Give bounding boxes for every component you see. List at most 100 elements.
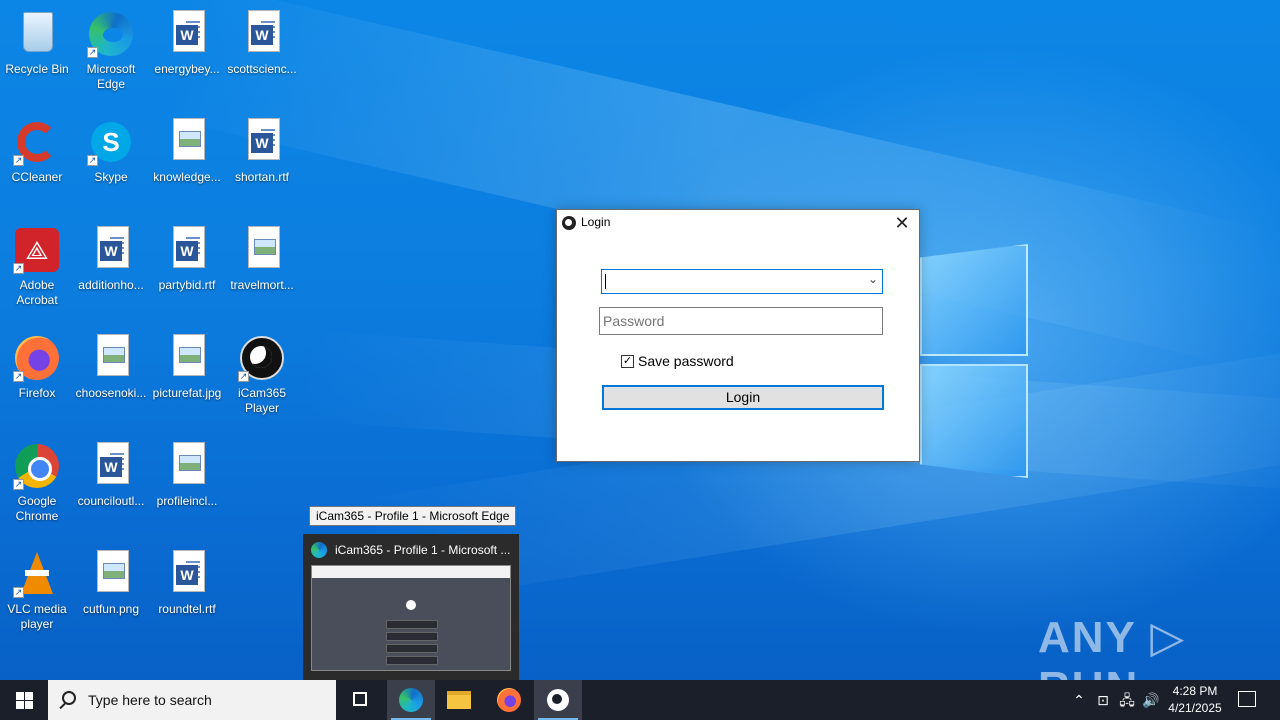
chevron-up-icon[interactable]: ⌃ (1068, 680, 1090, 720)
taskbar-icam365[interactable] (534, 680, 582, 720)
desktop-icon-microsoft-edge[interactable]: ↗ Microsoft Edge (73, 4, 149, 92)
word-document-icon: W (97, 442, 129, 484)
desktop-icon-recycle-bin[interactable]: Recycle Bin (0, 4, 75, 77)
icon-label: Firefox (18, 386, 56, 400)
start-button[interactable] (0, 680, 48, 720)
icon-label: energybey... (154, 62, 220, 76)
shortcut-arrow-icon: ↗ (87, 155, 98, 166)
clock-date: 4/21/2025 (1168, 701, 1222, 715)
wallpaper-windows-logo (920, 364, 1028, 478)
desktop-icon-image-file[interactable]: profileincl... (149, 436, 225, 509)
desktop-icon-image-file[interactable]: cutfun.png (73, 544, 149, 617)
shortcut-arrow-icon: ↗ (13, 371, 24, 382)
icon-label: partybid.rtf (158, 278, 216, 292)
image-file-icon (97, 550, 129, 592)
icon-label: shortan.rtf (234, 170, 290, 184)
password-field[interactable] (599, 307, 883, 335)
icon-label: iCam365 Player (237, 386, 287, 415)
icon-label: picturefat.jpg (152, 386, 222, 400)
taskbar-edge[interactable] (387, 680, 435, 720)
task-view-icon (353, 692, 367, 706)
taskbar: Type here to search ⌃ ⊡ 🖧 🔊 4:28 PM 4/21… (0, 680, 1280, 720)
desktop-icon-image-file[interactable]: travelmort... (224, 220, 300, 293)
icon-label: travelmort... (230, 278, 294, 292)
icon-label: knowledge... (153, 170, 221, 184)
icon-label: VLC media player (7, 602, 67, 631)
desktop-icon-word-doc[interactable]: W counciloutl... (73, 436, 149, 509)
desktop-icon-ccleaner[interactable]: ↗ CCleaner (0, 112, 75, 185)
edge-icon (311, 542, 327, 558)
desktop-icon-image-file[interactable]: knowledge... (149, 112, 225, 185)
recycle-bin-icon (23, 12, 53, 52)
word-document-icon: W (173, 10, 205, 52)
icon-label: CCleaner (11, 170, 63, 184)
wallpaper-windows-logo (920, 244, 1028, 356)
icon-label: Adobe Acrobat (16, 278, 58, 307)
folder-icon (447, 691, 471, 709)
username-combobox[interactable]: ⌄ (601, 269, 883, 294)
meet-now-icon[interactable]: ⊡ (1092, 680, 1114, 720)
clock-time: 4:28 PM (1172, 684, 1218, 698)
desktop-icon-firefox[interactable]: ↗ Firefox (0, 328, 75, 401)
chevron-down-icon[interactable]: ⌄ (868, 272, 878, 286)
close-button[interactable]: ✕ (891, 213, 913, 233)
shortcut-arrow-icon: ↗ (13, 263, 24, 274)
desktop-icon-word-doc[interactable]: W shortan.rtf (224, 112, 300, 185)
icam365-icon (547, 689, 569, 711)
desktop-icon-word-doc[interactable]: W partybid.rtf (149, 220, 225, 293)
word-document-icon: W (248, 10, 280, 52)
task-view-button[interactable] (336, 680, 384, 720)
shortcut-arrow-icon: ↗ (87, 47, 98, 58)
icon-label: scottscienc... (227, 62, 297, 76)
search-placeholder: Type here to search (88, 692, 212, 708)
taskbar-file-explorer[interactable] (435, 680, 483, 720)
desktop-icon-word-doc[interactable]: W additionho... (73, 220, 149, 293)
desktop-icon-vlc[interactable]: ↗ VLC media player (0, 544, 75, 632)
shortcut-arrow-icon: ↗ (13, 587, 24, 598)
icon-label: Recycle Bin (5, 62, 69, 76)
desktop-icon-word-doc[interactable]: W scottscienc... (224, 4, 300, 77)
image-file-icon (97, 334, 129, 376)
firefox-icon (497, 688, 521, 712)
desktop-icon-word-doc[interactable]: W roundtel.rtf (149, 544, 225, 617)
desktop-icon-image-file[interactable]: choosenoki... (73, 328, 149, 401)
taskbar-tooltip: iCam365 - Profile 1 - Microsoft Edge (309, 506, 517, 526)
image-file-icon (173, 334, 205, 376)
desktop-icon-adobe-acrobat[interactable]: ⟁ ↗ Adobe Acrobat (0, 220, 75, 308)
word-document-icon: W (248, 118, 280, 160)
desktop-icon-skype[interactable]: S ↗ Skype (73, 112, 149, 185)
icon-label: Google Chrome (15, 494, 59, 523)
icon-label: additionho... (78, 278, 144, 292)
checkbox-checked-icon[interactable]: ✓ (621, 354, 634, 368)
search-icon (62, 691, 76, 705)
dialog-title: Login (581, 215, 611, 229)
network-icon[interactable]: 🖧 (1116, 680, 1138, 720)
notification-icon[interactable] (1238, 691, 1256, 707)
save-password-checkbox[interactable]: ✓ Save password (621, 353, 734, 369)
clock[interactable]: 4:28 PM 4/21/2025 (1160, 683, 1230, 717)
desktop-icon-image-file[interactable]: picturefat.jpg (149, 328, 225, 401)
image-file-icon (248, 226, 280, 268)
desktop-icon-google-chrome[interactable]: ↗ Google Chrome (0, 436, 75, 524)
desktop-icon-icam365-player[interactable]: ↗ iCam365 Player (224, 328, 300, 416)
taskbar-window-thumbnail[interactable]: iCam365 - Profile 1 - Microsoft ... (303, 534, 519, 680)
taskbar-firefox[interactable] (485, 680, 533, 720)
icon-label: roundtel.rtf (158, 602, 216, 616)
login-button[interactable]: Login (602, 385, 884, 410)
login-dialog: Login ✕ ⌄ ✓ Save password Login (556, 209, 920, 462)
thumbnail-preview[interactable] (311, 565, 511, 671)
shortcut-arrow-icon: ↗ (13, 155, 24, 166)
text-caret (605, 274, 606, 289)
taskbar-search-box[interactable]: Type here to search (48, 680, 336, 720)
icam365-app-icon (562, 216, 576, 230)
word-document-icon: W (173, 226, 205, 268)
volume-icon[interactable]: 🔊 (1140, 680, 1162, 720)
icon-label: profileincl... (156, 494, 218, 508)
shortcut-arrow-icon: ↗ (13, 479, 24, 490)
image-file-icon (173, 118, 205, 160)
save-password-label: Save password (638, 353, 734, 369)
vlc-icon (21, 552, 53, 594)
desktop-icon-word-doc[interactable]: W energybey... (149, 4, 225, 77)
edge-icon (399, 688, 423, 712)
icon-label: Microsoft Edge (86, 62, 136, 91)
